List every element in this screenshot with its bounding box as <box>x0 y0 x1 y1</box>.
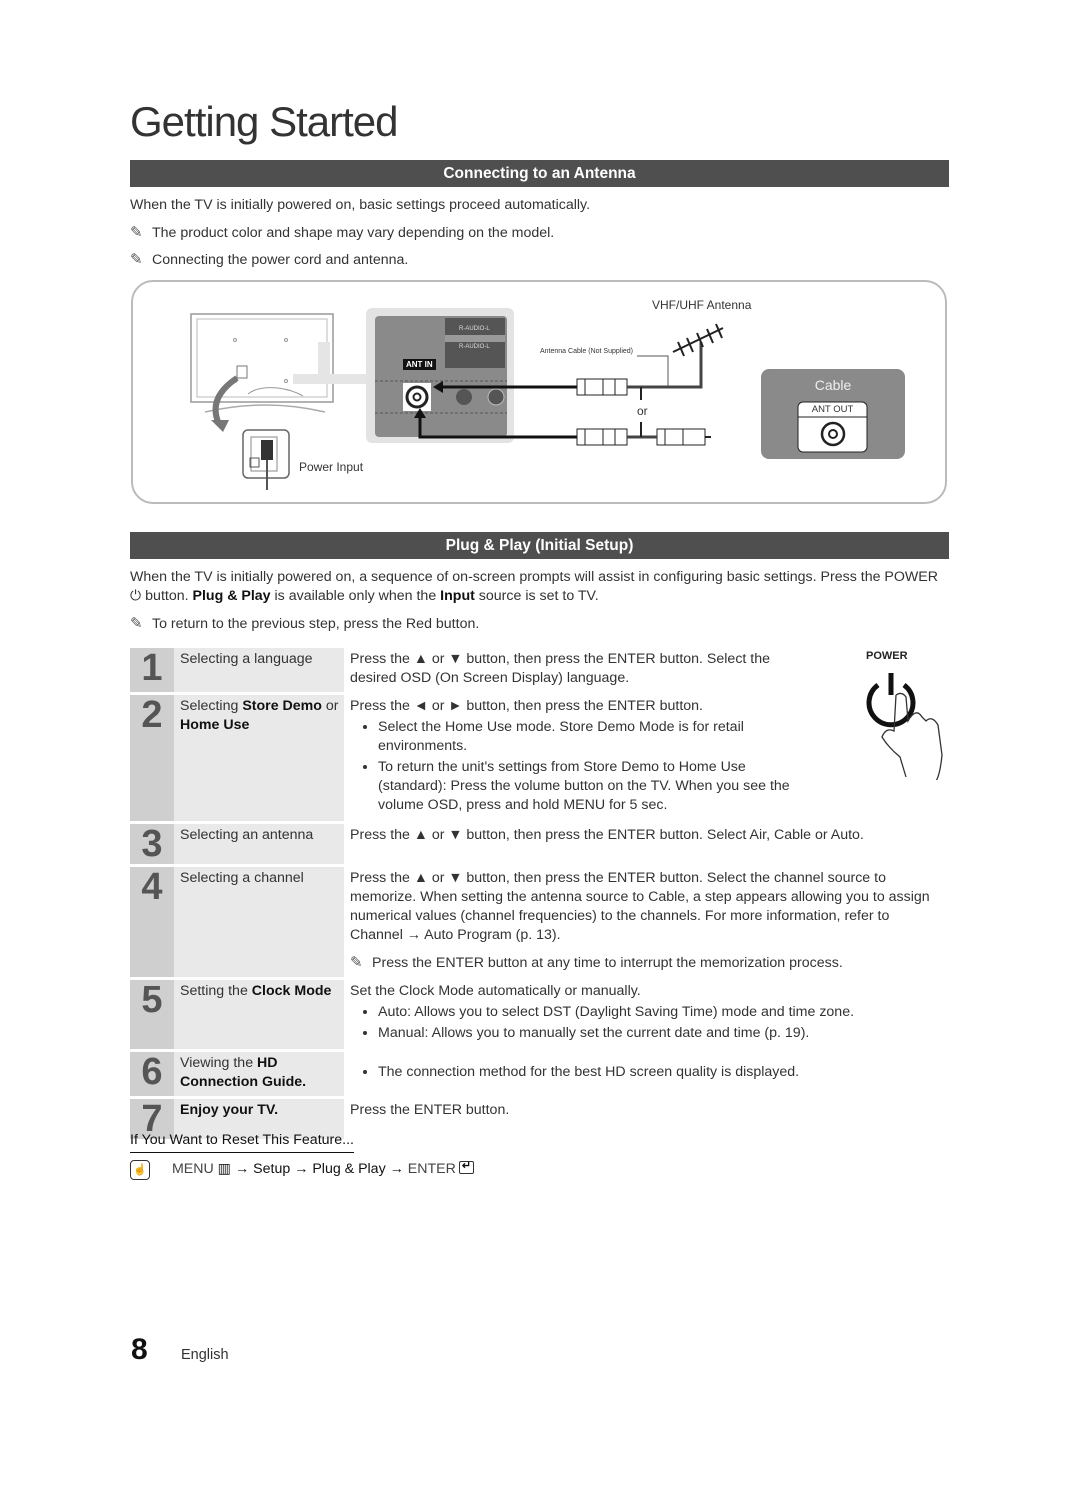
step-description: Press the ▲ or ▼ button, then press the … <box>350 870 930 971</box>
power-input-icon <box>242 429 290 490</box>
cable-box-title: Cable <box>814 377 852 393</box>
section-header-plug-play: Plug & Play (Initial Setup) <box>130 532 949 559</box>
step-row: 1 Selecting a language Press the ▲ or ▼ … <box>130 648 945 692</box>
page-number: 8 <box>131 1333 148 1366</box>
page-language: English <box>181 1347 229 1363</box>
step-number: 4 <box>130 867 174 977</box>
remote-hand-icon: ☝ <box>130 1160 150 1180</box>
plug-play-intro: When the TV is initially powered on, a s… <box>130 569 939 604</box>
ant-out-label: ANT OUT <box>811 404 854 415</box>
step-description: The connection method for the best HD sc… <box>344 1052 945 1096</box>
step-description: Press the ◄ or ► button, then press the … <box>344 695 945 821</box>
step-number: 6 <box>130 1052 174 1096</box>
pencil-note-icon: ✎ <box>130 224 143 241</box>
reset-heading: If You Want to Reset This Feature... <box>130 1131 354 1153</box>
step-row: 6 Viewing the HD Connection Guide. The c… <box>130 1052 945 1096</box>
bullet-item: To return the unit's settings from Store… <box>378 758 815 815</box>
step-number: 2 <box>130 695 174 821</box>
pencil-note-icon: ✎ <box>130 251 143 268</box>
plug-play-note: ✎ To return to the previous step, press t… <box>130 615 480 632</box>
power-icon: ⏻ <box>130 588 146 604</box>
bullet-item: Auto: Allows you to select DST (Daylight… <box>378 1003 945 1022</box>
step-label: Selecting Store Demo or Home Use <box>174 695 344 821</box>
step-description: Press the ▲ or ▼ button, then press the … <box>350 827 864 843</box>
step-label: Selecting a language <box>174 648 344 692</box>
audio-label-1: R-AUDIO-L <box>459 326 490 332</box>
step-label: Selecting an antenna <box>174 824 344 864</box>
vhf-uhf-antenna-icon <box>672 323 724 357</box>
enter-icon <box>458 1157 474 1176</box>
or-label: or <box>637 404 648 418</box>
antenna-intro: When the TV is initially powered on, bas… <box>130 197 591 213</box>
step-label: Setting the Clock Mode <box>174 980 344 1049</box>
audio-label-2: R-AUDIO-L <box>459 344 490 350</box>
tv-back-icon <box>190 313 373 432</box>
bullet-item: Select the Home Use mode. Store Demo Mod… <box>378 718 815 756</box>
step-number: 5 <box>130 980 174 1049</box>
page-title: Getting Started <box>130 98 398 145</box>
antenna-label: VHF/UHF Antenna <box>652 298 752 312</box>
antenna-connection-diagram: ANT IN R-AUDIO-L R-AUDIO-L VHF/UHF Anten… <box>131 280 947 504</box>
reset-menu-path: ☝ MENU ▥ → Setup → Plug & Play → ENTER <box>130 1157 476 1180</box>
pencil-note-icon: ✎ <box>350 954 363 971</box>
antenna-cable-label: Antenna Cable (Not Supplied) <box>540 348 634 355</box>
step-label: Viewing the HD Connection Guide. <box>174 1052 344 1096</box>
step-row: 3 Selecting an antenna Press the ▲ or ▼ … <box>130 824 945 864</box>
menu-icon: ▥ <box>213 1161 236 1177</box>
note-1: ✎ The product color and shape may vary de… <box>130 224 555 241</box>
step-row: 4 Selecting a channel Press the ▲ or ▼ b… <box>130 867 945 977</box>
step-number: 1 <box>130 648 174 692</box>
step-description: Set the Clock Mode automatically or manu… <box>344 980 945 1049</box>
step-number: 3 <box>130 824 174 864</box>
bullet-item: The connection method for the best HD sc… <box>378 1063 945 1082</box>
pencil-note-icon: ✎ <box>130 615 143 632</box>
step-description: Press the ENTER button. <box>350 1102 510 1118</box>
bullet-item: Manual: Allows you to manually set the c… <box>378 1024 945 1043</box>
power-input-label: Power Input <box>299 460 364 474</box>
step-description: Press the ▲ or ▼ button, then press the … <box>350 651 771 686</box>
step-row: 5 Setting the Clock Mode Set the Clock M… <box>130 980 945 1049</box>
section-header-antenna: Connecting to an Antenna <box>130 160 949 187</box>
note-2: ✎ Connecting the power cord and antenna. <box>130 251 409 268</box>
step-row: 2 Selecting Store Demo or Home Use Press… <box>130 695 945 821</box>
ant-in-label: ANT IN <box>403 359 436 370</box>
step-label: Selecting a channel <box>174 867 344 977</box>
setup-steps-table: 1 Selecting a language Press the ▲ or ▼ … <box>130 645 945 1142</box>
